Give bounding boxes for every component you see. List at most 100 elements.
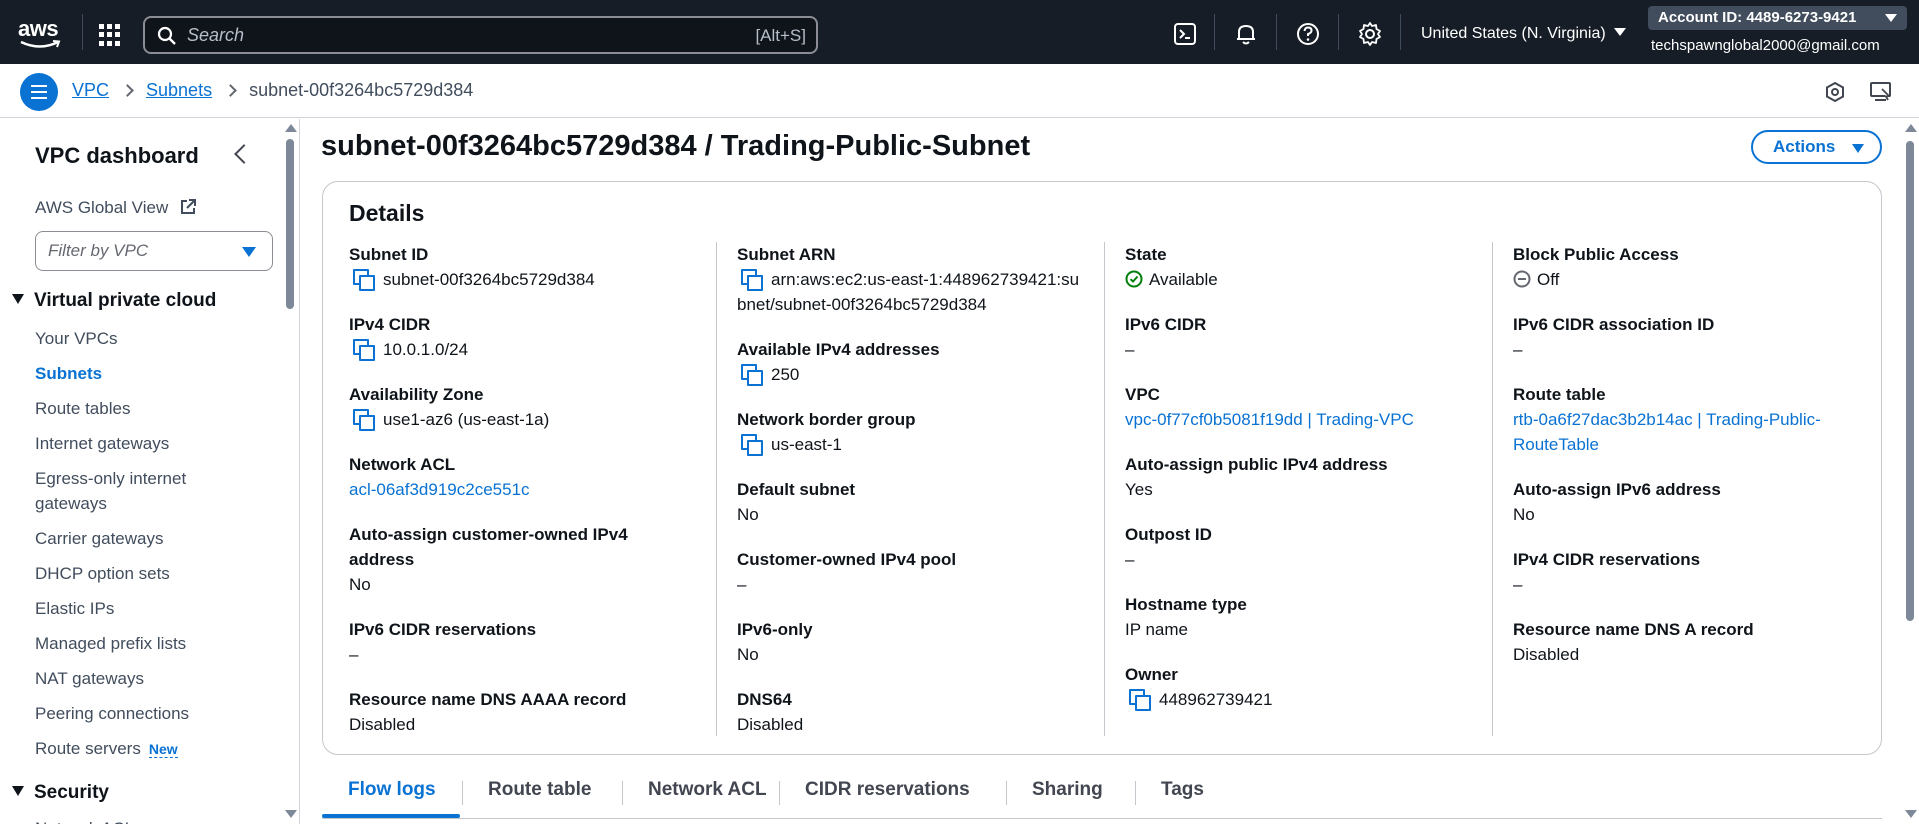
column-divider (1104, 242, 1105, 736)
account-email: techspawnglobal2000@gmail.com (1651, 37, 1880, 54)
tab-sharing[interactable]: Sharing (1032, 779, 1103, 801)
scroll-up-icon[interactable] (1905, 124, 1917, 132)
copy-icon[interactable] (741, 434, 763, 456)
scrollbar-thumb[interactable] (1906, 141, 1914, 621)
field-value: No (737, 645, 759, 664)
field-label: Block Public Access (1513, 245, 1679, 264)
menu-toggle-button[interactable] (20, 73, 58, 111)
copy-icon[interactable] (353, 409, 375, 431)
actions-label: Actions (1773, 137, 1836, 156)
external-link-icon (180, 199, 196, 214)
scroll-down-icon[interactable] (1905, 810, 1917, 818)
tab-divider (622, 781, 623, 805)
detail-tabs: Flow logs Route table Network ACL CIDR r… (322, 771, 1882, 819)
sidebar-item-nat-gateways[interactable]: NAT gateways (35, 666, 144, 691)
vpc-link[interactable]: vpc-0f77cf0b5081f19dd | Trading-VPC (1125, 407, 1497, 432)
chevron-left-icon[interactable] (234, 144, 254, 164)
field-label: IPv4 CIDR reservations (1513, 550, 1701, 569)
sidebar-item-route-servers[interactable]: Route servers New (35, 736, 178, 762)
sidebar-item-carrier-gateways[interactable]: Carrier gateways (35, 526, 164, 551)
sidebar-item-subnets[interactable]: Subnets (35, 361, 102, 386)
tab-network-acl[interactable]: Network ACL (648, 779, 767, 801)
nav-divider (1214, 14, 1215, 50)
column-divider (1492, 242, 1493, 736)
scrollbar-thumb[interactable] (286, 139, 294, 309)
network-acl-link[interactable]: acl-06af3d919c2ce551c (349, 477, 721, 502)
field-hostname-type: Hostname type IP name (1125, 592, 1497, 642)
account-menu[interactable]: Account ID: 4489-6273-9421 (1648, 6, 1907, 30)
chevron-right-icon (121, 84, 134, 97)
breadcrumb-subnets[interactable]: Subnets (146, 80, 212, 101)
aws-logo[interactable]: aws (18, 18, 66, 48)
copy-icon[interactable] (741, 364, 763, 386)
scroll-up-icon[interactable] (285, 124, 297, 132)
gear-icon[interactable] (1357, 21, 1383, 47)
page-title: subnet-00f3264bc5729d384 / Trading-Publi… (321, 130, 1031, 162)
nav-divider (1400, 14, 1401, 50)
sidebar-item-network-acls[interactable]: Network ACLs (35, 816, 143, 824)
actions-button[interactable]: Actions (1751, 130, 1882, 164)
breadcrumb-vpc[interactable]: VPC (72, 80, 109, 101)
help-icon[interactable] (1295, 21, 1321, 47)
column-divider (716, 242, 717, 736)
sidebar-item-internet-gateways[interactable]: Internet gateways (35, 431, 169, 456)
search-bar[interactable]: [Alt+S] (143, 16, 818, 54)
tab-cidr-reservations[interactable]: CIDR reservations (805, 779, 970, 801)
field-vpc: VPC vpc-0f77cf0b5081f19dd | Trading-VPC (1125, 382, 1497, 432)
sidebar-section-vpc[interactable]: Virtual private cloud (12, 290, 216, 312)
sidebar-item-managed-prefix-lists[interactable]: Managed prefix lists (35, 631, 186, 656)
state-value: Available (1149, 270, 1218, 289)
region-selector[interactable]: United States (N. Virginia) (1421, 25, 1626, 43)
tab-tags[interactable]: Tags (1161, 779, 1204, 801)
field-value: – (1513, 575, 1523, 594)
top-navigation: aws [Alt+S] United Sta (0, 0, 1919, 64)
main-scrollbar[interactable] (1902, 119, 1919, 824)
search-icon (157, 26, 176, 45)
cloudshell-icon[interactable] (1172, 21, 1198, 47)
sidebar-item-elastic-ips[interactable]: Elastic IPs (35, 596, 114, 621)
sidebar-item-global-view[interactable]: AWS Global View (35, 195, 203, 220)
field-subnet-arn: Subnet ARN arn:aws:ec2:us-east-1:4489627… (737, 242, 1087, 317)
field-value: No (737, 505, 759, 524)
feedback-icon[interactable] (1869, 80, 1893, 104)
route-table-link[interactable]: rtb-0a6f27dac3b2b14ac | Trading-Public-R… (1513, 407, 1853, 457)
field-label: IPv6 CIDR reservations (349, 620, 537, 639)
tab-divider (779, 781, 780, 805)
sidebar-item-egress-only-gateways[interactable]: Egress-only internet gateways (35, 466, 235, 516)
tab-route-table[interactable]: Route table (488, 779, 591, 801)
sidebar-item-peering-connections[interactable]: Peering connections (35, 701, 189, 726)
services-grid-icon[interactable] (99, 24, 121, 46)
field-label: Route table (1513, 385, 1606, 404)
search-input[interactable] (187, 24, 667, 46)
bell-icon[interactable] (1233, 21, 1259, 47)
copy-icon[interactable] (1129, 689, 1151, 711)
tab-divider (1135, 781, 1136, 805)
filter-by-vpc-select[interactable]: Filter by VPC (35, 231, 273, 271)
section-label: Security (34, 782, 109, 803)
field-label: Hostname type (1125, 595, 1247, 614)
scroll-down-icon[interactable] (285, 810, 297, 818)
field-outpost-id: Outpost ID – (1125, 522, 1497, 572)
copy-icon[interactable] (353, 269, 375, 291)
field-auto-assign-ipv6: Auto-assign IPv6 address No (1513, 477, 1885, 527)
field-value: IP name (1125, 620, 1189, 639)
field-owner: Owner 448962739421 (1125, 662, 1497, 712)
field-auto-assign-customer-ipv4: Auto-assign customer-owned IPv4 address … (349, 522, 649, 597)
field-label: IPv6 CIDR (1125, 315, 1207, 334)
field-label: Default subnet (737, 480, 856, 499)
field-ipv4-cidr: IPv4 CIDR 10.0.1.0/24 (349, 312, 721, 362)
sidebar-item-dhcp-option-sets[interactable]: DHCP option sets (35, 561, 170, 586)
field-value: No (349, 575, 371, 594)
copy-icon[interactable] (353, 339, 375, 361)
sidebar-item-your-vpcs[interactable]: Your VPCs (35, 326, 118, 351)
chevron-right-icon (224, 84, 237, 97)
field-state: State Available (1125, 242, 1497, 292)
field-label: IPv4 CIDR (349, 315, 431, 334)
sidebar-item-route-tables[interactable]: Route tables (35, 396, 130, 421)
notifications-hub-icon[interactable] (1823, 80, 1847, 104)
tab-flow-logs[interactable]: Flow logs (348, 779, 436, 801)
field-label: DNS64 (737, 690, 792, 709)
sidebar-scrollbar[interactable] (283, 119, 297, 824)
copy-icon[interactable] (741, 269, 763, 291)
sidebar-section-security[interactable]: Security (12, 782, 109, 804)
